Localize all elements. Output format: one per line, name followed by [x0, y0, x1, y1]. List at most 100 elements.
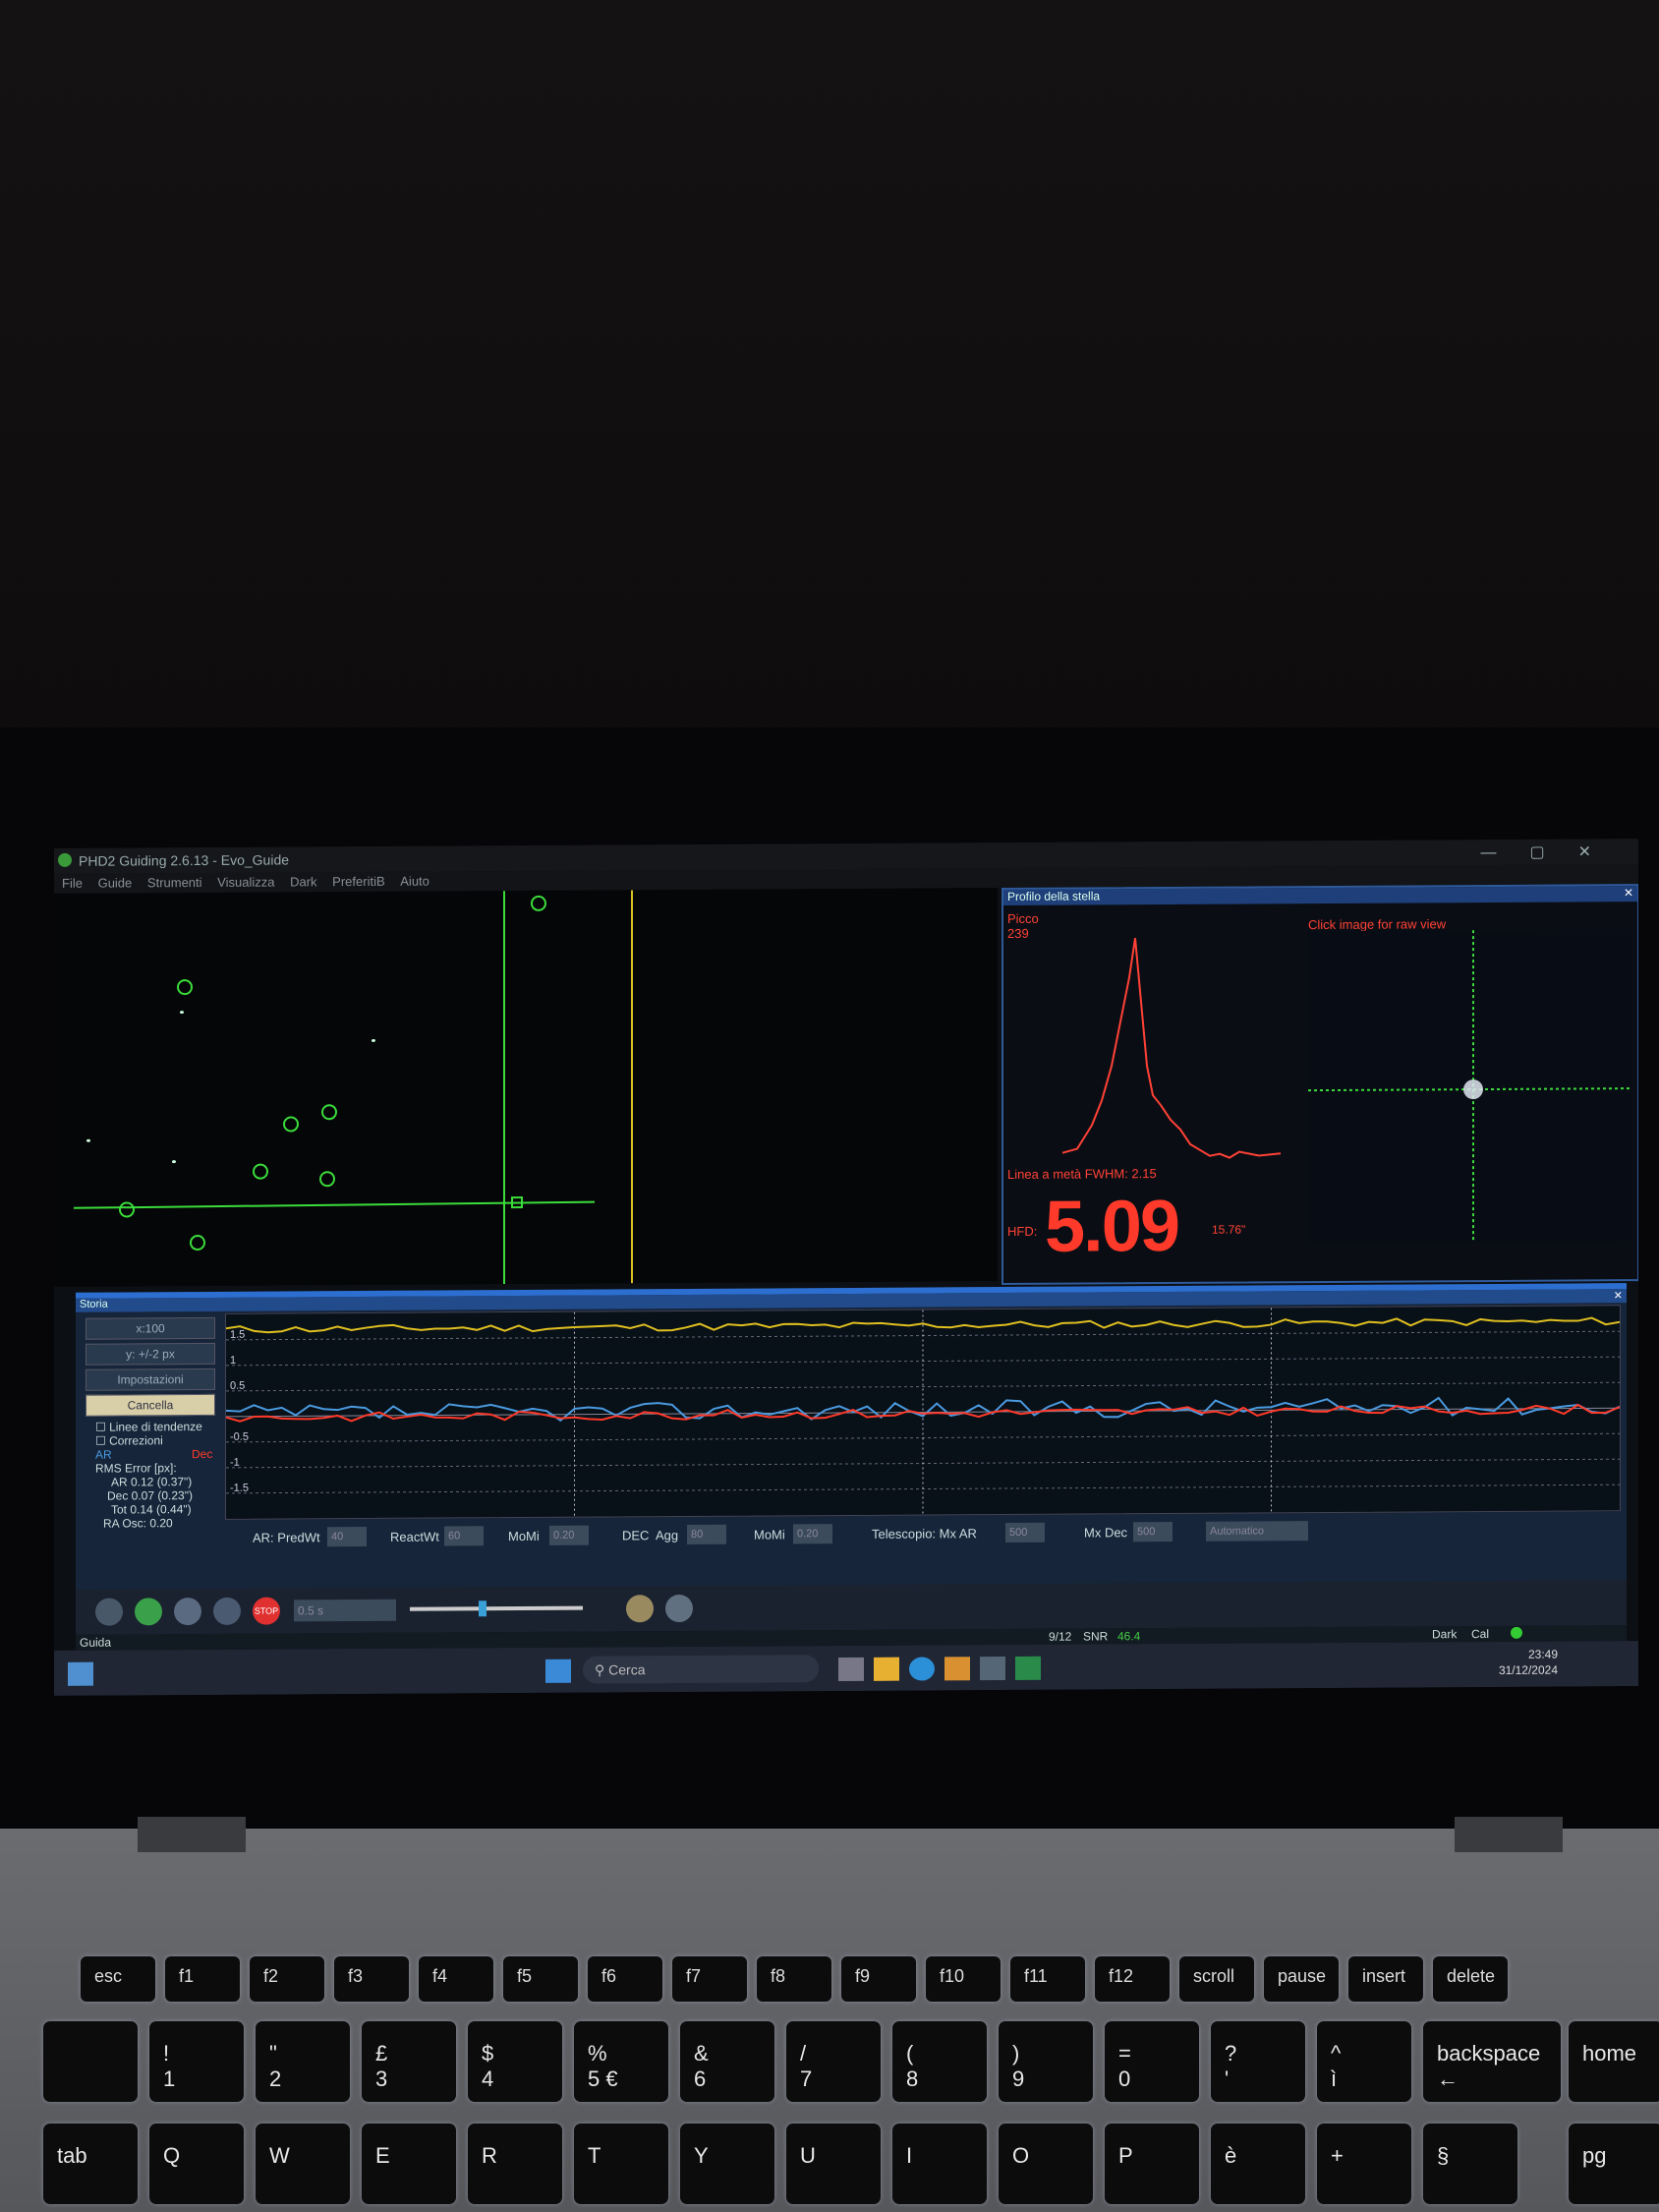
- number-row-key[interactable]: = 0: [1105, 2021, 1199, 2102]
- star-marker[interactable]: [177, 979, 193, 996]
- star-marker[interactable]: [119, 1201, 135, 1218]
- key-f11[interactable]: f11: [1010, 1956, 1085, 2002]
- key-f2[interactable]: f2: [250, 1956, 324, 2002]
- number-row-key[interactable]: ( 8: [892, 2021, 987, 2102]
- momi-input[interactable]: 0.20: [549, 1525, 589, 1545]
- letter-row-key[interactable]: W: [256, 2124, 350, 2204]
- reactwt-input[interactable]: 60: [444, 1526, 484, 1546]
- phd2-taskbar-icon[interactable]: [1015, 1656, 1041, 1680]
- key-f6[interactable]: f6: [588, 1956, 662, 2002]
- key-f10[interactable]: f10: [926, 1956, 1001, 2002]
- letter-row-key[interactable]: Y: [680, 2124, 774, 2204]
- number-row-key[interactable]: / 7: [786, 2021, 881, 2102]
- number-row-key[interactable]: ) 9: [999, 2021, 1093, 2102]
- key-f9[interactable]: f9: [841, 1956, 916, 2002]
- menu-help[interactable]: Aiuto: [400, 874, 429, 889]
- star-marker[interactable]: [253, 1163, 268, 1180]
- key-pause[interactable]: pause: [1264, 1956, 1339, 2002]
- star-marker[interactable]: [283, 1116, 299, 1133]
- refresh-icon[interactable]: [135, 1598, 162, 1626]
- number-row-key[interactable]: ^ ì: [1317, 2021, 1411, 2102]
- number-row-key[interactable]: [43, 2021, 138, 2102]
- camera-view[interactable]: [54, 888, 998, 1287]
- letter-row-key[interactable]: pg: [1569, 2124, 1659, 2204]
- close-icon[interactable]: ✕: [1624, 886, 1633, 900]
- letter-row-key[interactable]: U: [786, 2124, 881, 2204]
- key-delete[interactable]: delete: [1433, 1956, 1508, 2002]
- raw-star-image[interactable]: [1308, 929, 1632, 1245]
- menu-tools[interactable]: Strumenti: [147, 875, 202, 890]
- key-f5[interactable]: f5: [503, 1956, 578, 2002]
- number-row-key[interactable]: ? ': [1211, 2021, 1305, 2102]
- ar-predwt-input[interactable]: 40: [327, 1526, 367, 1547]
- store-icon[interactable]: [944, 1657, 970, 1681]
- corrections-checkbox[interactable]: ☐ Correzioni: [95, 1433, 163, 1447]
- letter-row-key[interactable]: T: [574, 2124, 668, 2204]
- taskbar-clock[interactable]: 23:49 31/12/2024: [1499, 1647, 1558, 1678]
- number-row-key[interactable]: home: [1569, 2021, 1659, 2102]
- star-marker[interactable]: [531, 895, 546, 911]
- menu-bookmarks[interactable]: PreferitiB: [332, 874, 384, 889]
- trend-lines-checkbox[interactable]: ☐ Linee di tendenze: [95, 1420, 202, 1434]
- letter-row-key[interactable]: tab: [43, 2124, 138, 2204]
- number-row-key[interactable]: £ 3: [362, 2021, 456, 2102]
- brain-icon[interactable]: [626, 1595, 654, 1623]
- letter-row-key[interactable]: +: [1317, 2124, 1411, 2204]
- menu-file[interactable]: File: [62, 876, 83, 891]
- momi-dec-input[interactable]: 0.20: [793, 1524, 832, 1544]
- number-row-key[interactable]: $ 4: [468, 2021, 562, 2102]
- loop-exposure-icon[interactable]: [95, 1598, 123, 1626]
- guide-icon[interactable]: [213, 1597, 241, 1625]
- menu-view[interactable]: Visualizza: [217, 875, 274, 890]
- file-explorer-icon[interactable]: [874, 1657, 899, 1681]
- letter-row-key[interactable]: P: [1105, 2124, 1199, 2204]
- key-esc[interactable]: esc: [81, 1956, 155, 2002]
- letter-row-key[interactable]: O: [999, 2124, 1093, 2204]
- letter-row-key[interactable]: E: [362, 2124, 456, 2204]
- exposure-dropdown[interactable]: 0.5 s: [294, 1599, 396, 1622]
- key-f3[interactable]: f3: [334, 1956, 409, 2002]
- mx-ar-input[interactable]: 500: [1005, 1522, 1045, 1543]
- agg-input[interactable]: 80: [687, 1524, 726, 1544]
- menu-guide[interactable]: Guide: [98, 875, 133, 890]
- key-f1[interactable]: f1: [165, 1956, 240, 2002]
- star-marker[interactable]: [319, 1171, 335, 1188]
- key-scroll[interactable]: scroll: [1179, 1956, 1254, 2002]
- start-icon[interactable]: [545, 1659, 571, 1683]
- star-marker[interactable]: [321, 1104, 337, 1121]
- mx-dec-input[interactable]: 500: [1133, 1521, 1173, 1543]
- letter-row-key[interactable]: R: [468, 2124, 562, 2204]
- stop-button[interactable]: STOP: [253, 1597, 280, 1625]
- close-icon[interactable]: ✕: [1614, 1289, 1623, 1302]
- app-icon[interactable]: [980, 1657, 1005, 1681]
- window-controls[interactable]: —▢✕: [1480, 842, 1625, 862]
- letter-row-key[interactable]: è: [1211, 2124, 1305, 2204]
- letter-row-key[interactable]: §: [1423, 2124, 1517, 2204]
- menu-dark[interactable]: Dark: [290, 874, 316, 889]
- auto-select-star-icon[interactable]: [174, 1598, 201, 1626]
- key-f4[interactable]: f4: [419, 1956, 493, 2002]
- letter-row-key[interactable]: Q: [149, 2124, 244, 2204]
- key-f12[interactable]: f12: [1095, 1956, 1170, 2002]
- letter-row-key[interactable]: I: [892, 2124, 987, 2204]
- close-button[interactable]: ✕: [1578, 844, 1625, 860]
- key-insert[interactable]: insert: [1348, 1956, 1423, 2002]
- y-scale-dropdown[interactable]: y: +/-2 px: [86, 1342, 215, 1366]
- minimize-button[interactable]: —: [1480, 844, 1529, 861]
- star-marker[interactable]: [190, 1234, 205, 1252]
- taskbar-search[interactable]: ⚲ Cerca: [583, 1655, 819, 1684]
- gamma-slider[interactable]: [410, 1605, 583, 1611]
- key-f8[interactable]: f8: [757, 1956, 831, 2002]
- edge-icon[interactable]: [909, 1657, 935, 1681]
- x-scale-dropdown[interactable]: x:100: [86, 1316, 215, 1340]
- dec-mode-dropdown[interactable]: Automatico: [1206, 1521, 1308, 1542]
- tools-icon[interactable]: [665, 1594, 693, 1623]
- clear-button[interactable]: Cancella: [86, 1393, 215, 1417]
- maximize-button[interactable]: ▢: [1529, 844, 1577, 860]
- task-view-icon[interactable]: [838, 1657, 864, 1682]
- number-row-key[interactable]: % 5 €: [574, 2021, 668, 2102]
- gamma-slider-thumb[interactable]: [479, 1601, 486, 1617]
- number-row-key[interactable]: & 6: [680, 2021, 774, 2102]
- settings-dropdown[interactable]: Impostazioni: [86, 1368, 215, 1391]
- number-row-key[interactable]: " 2: [256, 2021, 350, 2102]
